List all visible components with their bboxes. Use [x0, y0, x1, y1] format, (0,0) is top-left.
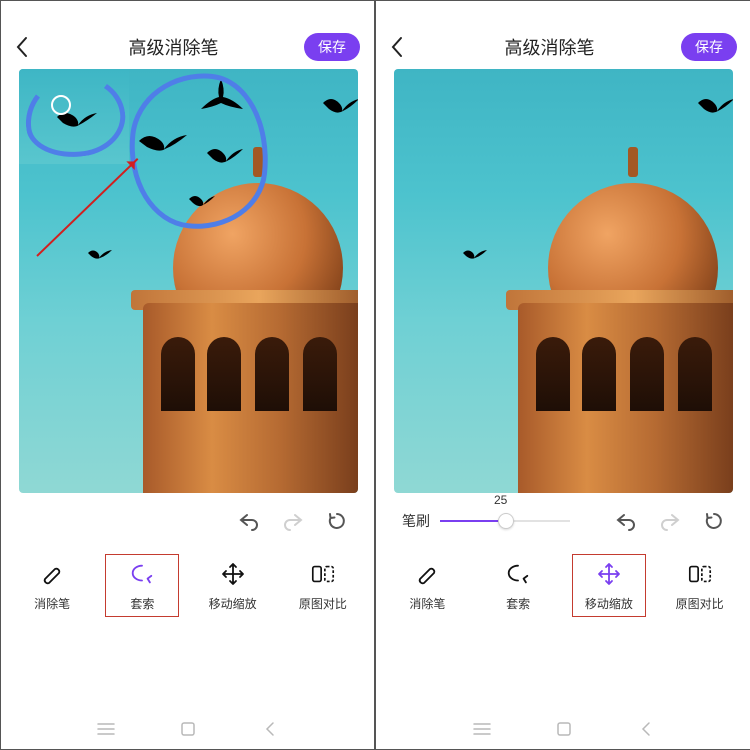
back-button[interactable]: [15, 36, 43, 58]
tool-lasso[interactable]: 套索: [482, 555, 554, 616]
brush-label: 笔刷: [402, 511, 430, 531]
tool-move-zoom[interactable]: 移动缩放: [197, 555, 269, 616]
tool-row: 消除笔 套索 移动缩放 原图对比: [1, 541, 374, 628]
lasso-icon: [129, 561, 155, 587]
recents-icon[interactable]: [97, 720, 115, 738]
tool-label: 移动缩放: [585, 595, 633, 612]
tool-move-zoom[interactable]: 移动缩放: [573, 555, 645, 616]
home-icon[interactable]: [555, 720, 573, 738]
tool-label: 原图对比: [676, 595, 724, 612]
redo-icon: [659, 510, 681, 532]
undo-icon[interactable]: [238, 510, 260, 532]
page-title: 高级消除笔: [418, 34, 681, 60]
tool-label: 消除笔: [409, 595, 445, 612]
tool-row: 消除笔 套索 移动缩放 原图对比: [376, 541, 750, 628]
history-row: [1, 493, 374, 541]
tool-label: 套索: [506, 595, 530, 612]
save-button[interactable]: 保存: [304, 33, 360, 61]
status-bar: [376, 1, 750, 25]
header: 高级消除笔 保存: [376, 25, 750, 69]
bird-icon: [696, 93, 733, 117]
compare-icon: [310, 561, 336, 587]
bird-icon: [321, 93, 358, 117]
header: 高级消除笔 保存: [1, 25, 374, 69]
brush-value: 25: [494, 493, 507, 507]
image-canvas[interactable]: [19, 69, 358, 493]
system-nav: [1, 709, 374, 749]
undo-icon[interactable]: [615, 510, 637, 532]
tool-eraser[interactable]: 消除笔: [16, 555, 88, 616]
slider-thumb[interactable]: [498, 513, 514, 529]
tool-compare[interactable]: 原图对比: [287, 555, 359, 616]
lasso-icon: [505, 561, 531, 587]
reset-icon[interactable]: [326, 510, 348, 532]
screen-before: 高级消除笔 保存: [1, 1, 376, 749]
compare-icon: [687, 561, 713, 587]
status-bar: [1, 1, 374, 25]
system-nav: [376, 709, 750, 749]
tool-label: 移动缩放: [209, 595, 257, 612]
eraser-icon: [414, 561, 440, 587]
home-icon[interactable]: [179, 720, 197, 738]
screen-after: 高级消除笔 保存: [376, 1, 750, 749]
cursor-ring-icon: [51, 95, 71, 115]
tool-label: 原图对比: [299, 595, 347, 612]
move-icon: [220, 561, 246, 587]
move-icon: [596, 561, 622, 587]
tool-label: 套索: [130, 595, 154, 612]
tool-lasso[interactable]: 套索: [106, 555, 178, 616]
reset-icon[interactable]: [703, 510, 725, 532]
back-button[interactable]: [390, 36, 418, 58]
tool-label: 消除笔: [34, 595, 70, 612]
image-canvas[interactable]: [394, 69, 733, 493]
recents-icon[interactable]: [473, 720, 491, 738]
back-icon[interactable]: [261, 720, 279, 738]
zoom-preview: [19, 69, 129, 164]
tool-compare[interactable]: 原图对比: [664, 555, 736, 616]
page-title: 高级消除笔: [43, 34, 304, 60]
bird-icon: [87, 247, 113, 261]
eraser-icon: [39, 561, 65, 587]
bird-icon: [462, 247, 488, 261]
tool-eraser[interactable]: 消除笔: [391, 555, 463, 616]
save-button[interactable]: 保存: [681, 33, 737, 61]
brush-row: 笔刷 25: [376, 493, 750, 541]
brush-slider[interactable]: 25: [440, 509, 570, 533]
redo-icon: [282, 510, 304, 532]
back-icon[interactable]: [637, 720, 655, 738]
